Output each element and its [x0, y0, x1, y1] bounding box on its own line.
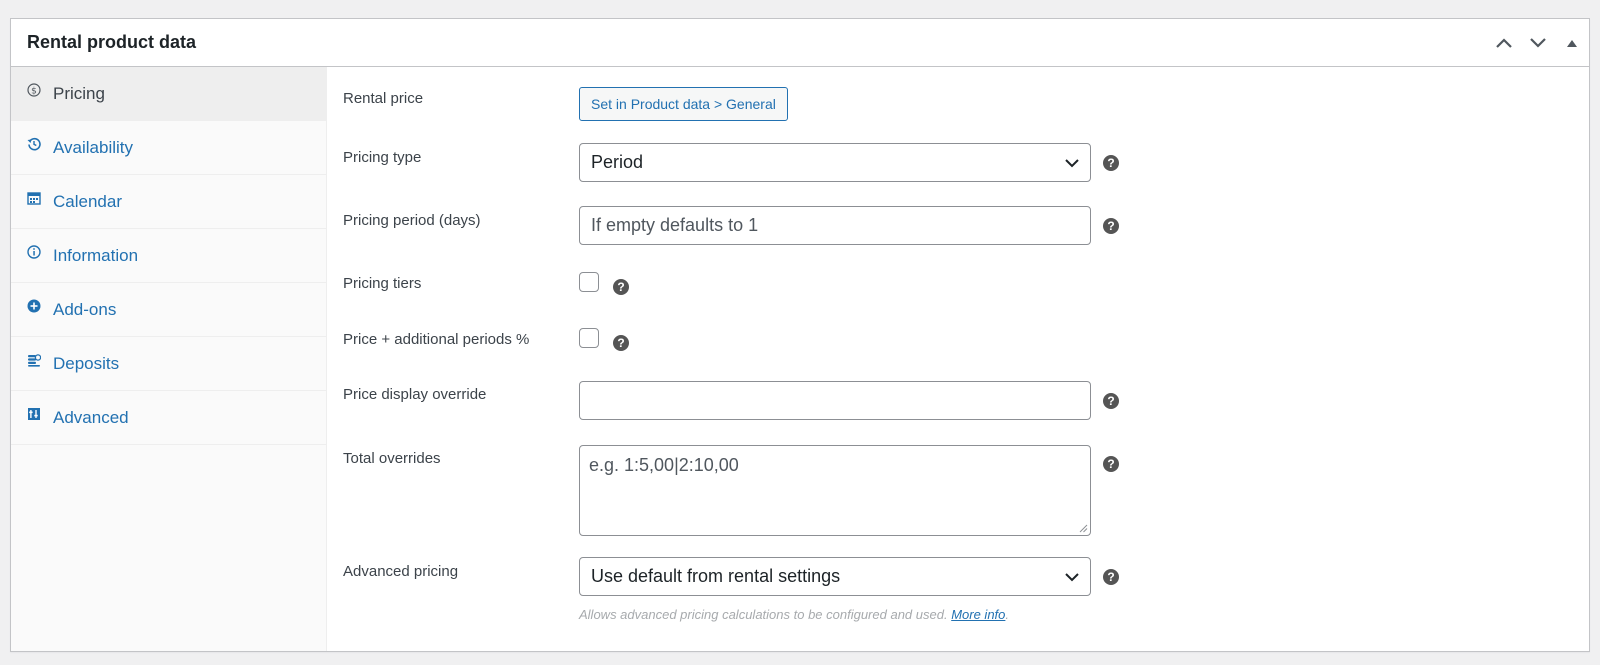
- price-display-override-input[interactable]: [579, 381, 1091, 420]
- advanced-pricing-row: Advanced pricing Use default from rental…: [343, 557, 1589, 622]
- pricing-tiers-checkbox[interactable]: [579, 272, 599, 292]
- additional-periods-checkbox[interactable]: [579, 328, 599, 348]
- triangle-up-icon: [1567, 39, 1577, 47]
- chevron-up-icon: [1496, 37, 1512, 48]
- tab-advanced[interactable]: Advanced: [11, 391, 326, 445]
- help-icon[interactable]: ?: [613, 335, 629, 351]
- price-display-override-row: Price display override ?: [343, 381, 1589, 420]
- pricing-period-input[interactable]: If empty defaults to 1: [579, 206, 1091, 245]
- tab-information[interactable]: Information: [11, 229, 326, 283]
- tab-label: Add-ons: [53, 299, 117, 319]
- header-controls: [1487, 19, 1589, 66]
- advanced-pricing-value: Use default from rental settings: [591, 566, 841, 586]
- calendar-icon: [27, 191, 43, 207]
- rental-product-data-panel: Rental product data $ Pricing Availabili…: [10, 18, 1590, 652]
- move-up-button[interactable]: [1487, 19, 1521, 67]
- chevron-down-icon: [1530, 37, 1546, 48]
- tab-add-ons[interactable]: Add-ons: [11, 283, 326, 337]
- price-display-override-label: Price display override: [343, 386, 487, 403]
- chevron-down-icon: [1065, 159, 1079, 168]
- pricing-tiers-label: Pricing tiers: [343, 275, 422, 292]
- dollar-circle-icon: $: [27, 82, 43, 99]
- pricing-type-value: Period: [591, 152, 644, 172]
- advanced-pricing-description: Allows advanced pricing calculations to …: [579, 607, 1009, 622]
- help-icon[interactable]: ?: [1103, 218, 1119, 234]
- sliders-icon: [27, 407, 43, 423]
- pricing-period-label: Pricing period (days): [343, 212, 481, 229]
- move-down-button[interactable]: [1521, 19, 1555, 67]
- tab-label: Information: [53, 245, 139, 265]
- pricing-period-row: Pricing period (days) If empty defaults …: [343, 206, 1589, 245]
- panel-header: Rental product data: [11, 19, 1589, 67]
- advanced-pricing-label: Advanced pricing: [343, 563, 459, 580]
- pricing-type-row: Pricing type Period ?: [343, 143, 1589, 182]
- svg-text:$: $: [31, 86, 37, 96]
- help-icon[interactable]: ?: [1103, 569, 1119, 585]
- info-icon: [27, 244, 43, 261]
- description-period: .: [1005, 607, 1010, 622]
- toggle-panel-button[interactable]: [1555, 19, 1589, 67]
- resize-grip-icon[interactable]: [1078, 523, 1088, 533]
- total-overrides-placeholder: e.g. 1:5,00|2:10,00: [589, 455, 739, 475]
- tab-availability[interactable]: Availability: [11, 121, 326, 175]
- tab-label: Deposits: [53, 353, 120, 373]
- coins-icon: [27, 353, 43, 369]
- tab-label: Advanced: [53, 407, 129, 427]
- history-icon: [27, 137, 43, 153]
- pricing-type-label: Pricing type: [343, 149, 422, 166]
- panel-title: Rental product data: [27, 32, 197, 52]
- help-icon[interactable]: ?: [613, 279, 629, 295]
- help-icon[interactable]: ?: [1103, 155, 1119, 171]
- description-text: Allows advanced pricing calculations to …: [579, 607, 948, 622]
- help-icon[interactable]: ?: [1103, 393, 1119, 409]
- pricing-period-placeholder: If empty defaults to 1: [591, 215, 759, 235]
- sidebar-tabs: $ Pricing Availability Calendar Informat…: [11, 67, 327, 651]
- total-overrides-row: Total overrides e.g. 1:5,00|2:10,00 ?: [343, 445, 1589, 536]
- more-info-link[interactable]: More info: [951, 607, 1005, 622]
- tab-label: Calendar: [53, 191, 122, 211]
- tab-label: Availability: [53, 137, 134, 157]
- tab-deposits[interactable]: Deposits: [11, 337, 326, 391]
- rental-price-label: Rental price: [343, 90, 424, 107]
- tab-pricing[interactable]: $ Pricing: [11, 67, 326, 121]
- set-general-price-button[interactable]: Set in Product data > General: [579, 87, 788, 121]
- additional-periods-label: Price + additional periods %: [343, 331, 530, 348]
- advanced-pricing-select[interactable]: Use default from rental settings: [579, 557, 1091, 596]
- plus-circle-icon: [27, 299, 43, 315]
- pricing-type-select[interactable]: Period: [579, 143, 1091, 182]
- tab-calendar[interactable]: Calendar: [11, 175, 326, 229]
- total-overrides-textarea[interactable]: e.g. 1:5,00|2:10,00: [579, 445, 1091, 536]
- tab-label: Pricing: [53, 83, 105, 103]
- pricing-form: Rental price Set in Product data > Gener…: [327, 67, 1589, 651]
- help-icon[interactable]: ?: [1103, 456, 1119, 472]
- chevron-down-icon: [1065, 573, 1079, 582]
- total-overrides-label: Total overrides: [343, 450, 441, 467]
